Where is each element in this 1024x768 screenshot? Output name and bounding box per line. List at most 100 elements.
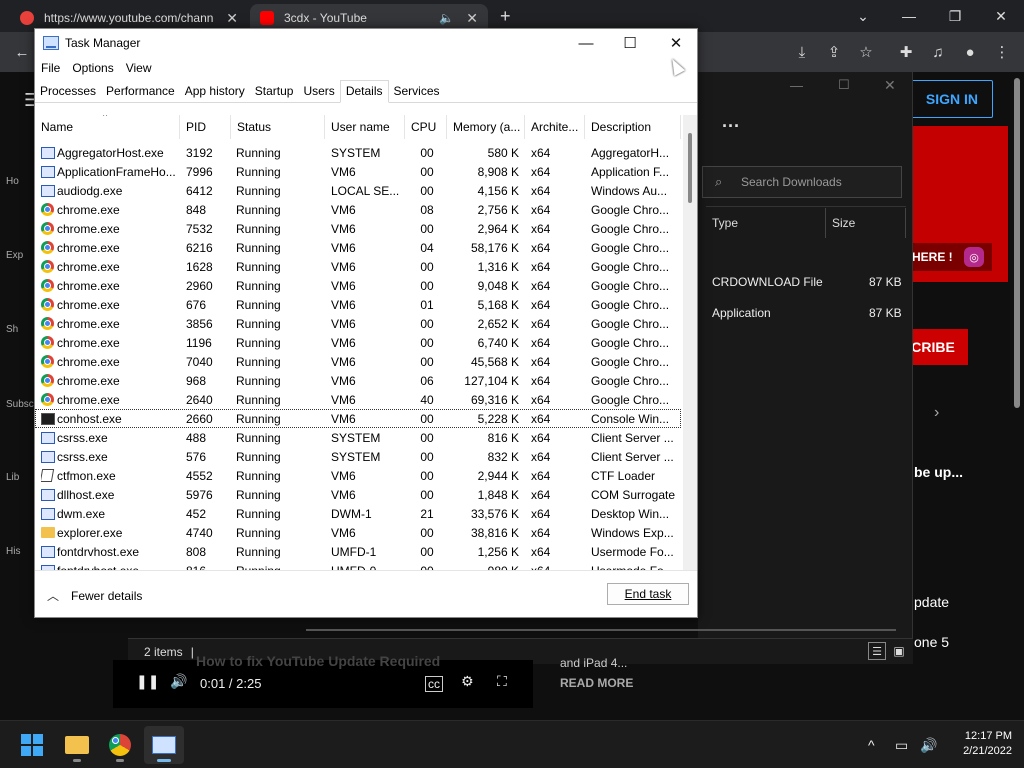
column-header-size[interactable]: Size [826,208,906,238]
fewer-details-button[interactable]: ︿ Fewer details [47,587,142,604]
table-row[interactable]: explorer.exe 4740 Running VM6 00 38,816 K x64 W… [35,523,681,542]
back-arrow-icon[interactable]: ← [8,38,36,66]
tab-processes[interactable]: Processes [35,81,101,102]
table-row[interactable]: chrome.exe 1628 Running VM6 00 1,316 K x64 Goog… [35,257,681,276]
clock[interactable]: 12:17 PM 2/21/2022 [948,729,1012,759]
menu-view[interactable]: View [120,61,158,75]
table-row[interactable]: ApplicationFrameHo... 7996 Running VM6 00 8,9… [35,162,681,181]
table-row[interactable]: audiodg.exe 6412 Running LOCAL SE... 00 4,156… [35,181,681,200]
process-pid: 816 [186,561,234,571]
column-header-type[interactable]: Type [706,208,826,238]
column-header-user[interactable]: User name [325,115,405,139]
fullscreen-icon[interactable]: ⛶ [497,673,507,690]
table-row[interactable]: chrome.exe 676 Running VM6 01 5,168 K x64 Googl… [35,295,681,314]
extensions-puzzle-icon[interactable]: ✚ [892,38,920,66]
horizontal-scrollbar[interactable] [306,629,896,631]
chevron-right-icon[interactable]: › [934,404,939,422]
tab-details[interactable]: Details [339,80,389,103]
more-options-icon[interactable]: ··· [722,116,740,137]
download-type[interactable]: Application [712,306,771,320]
process-architecture: x64 [531,240,551,255]
maximize-icon[interactable]: ☐ [838,77,850,93]
table-row[interactable]: chrome.exe 2640 Running VM6 40 69,316 K x64 Goo… [35,390,681,409]
table-row[interactable]: fontdrvhost.exe 808 Running UMFD-1 00 1,256 K… [35,542,681,561]
table-row[interactable]: ctfmon.exe 4552 Running VM6 00 2,944 K x64 CTF … [35,466,681,485]
sign-in-button[interactable]: SIGN IN [901,80,993,118]
video-title-fragment[interactable]: pdate [914,594,949,610]
column-header-status[interactable]: Status [231,115,325,139]
video-title-fragment[interactable]: be up... [914,464,963,480]
close-icon[interactable]: ✕ [653,29,699,57]
table-scrollbar[interactable] [683,115,697,570]
settings-gear-icon[interactable]: ⚙ [461,673,474,690]
tab-app-history[interactable]: App history [180,81,250,102]
close-window-icon[interactable]: ✕ [978,0,1024,32]
network-icon[interactable]: ▭ [895,726,908,764]
table-row[interactable]: chrome.exe 1196 Running VM6 00 6,740 K x64 Goog… [35,333,681,352]
read-more-link[interactable]: READ MORE [560,676,633,690]
download-type[interactable]: CRDOWNLOAD File [712,275,823,289]
table-row[interactable]: csrss.exe 576 Running SYSTEM 00 832 K x64 Clien… [35,447,681,466]
captions-icon[interactable]: cc [425,676,443,692]
audio-playing-icon[interactable]: 🔈 [439,11,454,25]
details-view-icon[interactable]: ☰ [868,642,886,660]
pause-icon[interactable]: ❚❚ [136,673,159,690]
media-control-icon[interactable]: ♫ [924,38,952,66]
minimize-icon[interactable]: — [886,0,932,32]
column-header-architecture[interactable]: Archite... [525,115,585,139]
process-memory: 1,316 K [477,259,519,274]
profile-avatar-icon[interactable]: ● [956,38,984,66]
restore-icon[interactable]: ❐ [932,0,978,32]
close-tab-icon[interactable]: ✕ [226,10,238,27]
menu-file[interactable]: File [35,61,66,75]
table-row[interactable]: chrome.exe 968 Running VM6 06 127,104 K x64 Goo… [35,371,681,390]
downloads-search-input[interactable]: ⌕ Search Downloads [702,166,902,198]
taskbar-task-manager[interactable] [144,726,184,764]
taskbar-chrome[interactable] [100,726,140,764]
table-row[interactable]: AggregatorHost.exe 3192 Running SYSTEM 00 580… [35,143,681,162]
tab-performance[interactable]: Performance [101,81,180,102]
table-row[interactable]: chrome.exe 6216 Running VM6 04 58,176 K x64 Goo… [35,238,681,257]
table-row[interactable]: chrome.exe 2960 Running VM6 00 9,048 K x64 Goog… [35,276,681,295]
volume-icon[interactable]: 🔊 [170,673,187,690]
menu-options[interactable]: Options [66,61,119,75]
taskbar-file-explorer[interactable] [57,726,97,764]
table-row[interactable]: chrome.exe 3856 Running VM6 00 2,652 K x64 Goog… [35,314,681,333]
chrome-icon [41,276,55,295]
tab-users[interactable]: Users [298,81,339,102]
table-row[interactable]: chrome.exe 7040 Running VM6 00 45,568 K x64 Goo… [35,352,681,371]
table-row[interactable]: conhost.exe 2660 Running VM6 00 5,228 K x64 Con… [35,409,681,428]
instagram-icon[interactable]: ◎ [964,247,984,267]
column-header-description[interactable]: Description [585,115,681,139]
column-header-pid[interactable]: PID [180,115,231,139]
volume-icon[interactable]: 🔊 [920,726,937,764]
column-header-cpu[interactable]: CPU [405,115,447,139]
tab-search-icon[interactable]: ⌄ [840,0,886,32]
minimize-icon[interactable]: — [563,29,609,57]
table-row[interactable]: chrome.exe 7532 Running VM6 00 2,964 K x64 Goog… [35,219,681,238]
new-tab-icon[interactable]: + [500,6,511,27]
share-icon[interactable]: ⇪ [820,38,848,66]
close-tab-icon[interactable]: ✕ [466,10,478,27]
table-row[interactable]: csrss.exe 488 Running SYSTEM 00 816 K x64 Clien… [35,428,681,447]
tab-startup[interactable]: Startup [250,81,299,102]
tiles-view-icon[interactable]: ▣ [890,642,908,660]
video-title-fragment[interactable]: one 5 [914,634,949,650]
column-header-name[interactable]: ^ Name [35,115,180,139]
start-button[interactable] [12,726,52,764]
menu-kebab-icon[interactable]: ⋮ [988,38,1016,66]
maximize-icon[interactable]: ☐ [607,29,653,57]
table-row[interactable]: dwm.exe 452 Running DWM-1 21 33,576 K x64 Deskt… [35,504,681,523]
table-row[interactable]: chrome.exe 848 Running VM6 08 2,756 K x64 Googl… [35,200,681,219]
tab-services[interactable]: Services [389,81,445,102]
download-icon[interactable]: ⤓ [788,38,816,66]
close-icon[interactable]: ✕ [884,77,896,94]
bookmark-star-icon[interactable]: ☆ [852,38,880,66]
tray-overflow-icon[interactable]: ^ [868,726,875,764]
end-task-button[interactable]: End task [607,583,689,605]
minimize-icon[interactable]: — [790,78,803,93]
page-scrollbar[interactable] [1012,72,1022,412]
table-row[interactable]: fontdrvhost.exe 816Running UMFD-0 00980 K x6… [35,561,681,570]
column-header-memory[interactable]: Memory (a... [447,115,525,139]
table-row[interactable]: dllhost.exe 5976 Running VM6 00 1,848 K x64 COM… [35,485,681,504]
